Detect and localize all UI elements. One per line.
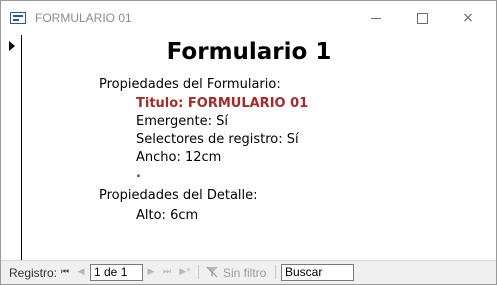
- form-icon: [10, 12, 26, 24]
- previous-record-button[interactable]: ◀: [75, 265, 87, 279]
- form-title: Formulario 1: [166, 39, 332, 65]
- new-record-button[interactable]: ▶*: [177, 265, 193, 279]
- first-record-button[interactable]: ⏮: [59, 265, 71, 279]
- window-title: FORMULARIO 01: [35, 11, 132, 25]
- section-heading-detail: Propiedades del Detalle:: [99, 188, 258, 203]
- no-filter-button[interactable]: Sin filtro: [223, 266, 266, 280]
- property-titulo: Titulo: FORMULARIO 01: [136, 96, 309, 111]
- section-heading-form: Propiedades del Formulario:: [99, 77, 281, 92]
- next-record-icon: ▶: [147, 267, 155, 277]
- property-emergente: Emergente: Sí: [136, 114, 228, 129]
- minimize-button[interactable]: [353, 1, 399, 35]
- last-record-icon: ⏭: [162, 267, 172, 277]
- last-record-button[interactable]: ⏭: [161, 265, 173, 279]
- maximize-button[interactable]: [399, 1, 445, 35]
- search-input[interactable]: Buscar: [281, 264, 354, 281]
- first-record-icon: ⏮: [60, 267, 70, 277]
- record-navigation-bar: Registro: ⏮ ◀ 1 de 1 ▶ ⏭ ▶* Sin filtro B…: [1, 260, 496, 284]
- minimize-icon: [371, 17, 381, 19]
- current-record-arrow-icon: [9, 41, 15, 51]
- new-record-icon: ▶*: [179, 267, 191, 277]
- close-button[interactable]: ×: [445, 1, 491, 35]
- property-alto: Alto: 6cm: [136, 208, 199, 223]
- record-selector[interactable]: [1, 35, 22, 260]
- property-dot: .: [136, 166, 141, 181]
- record-label: Registro:: [9, 266, 58, 280]
- close-icon: ×: [462, 10, 474, 26]
- maximize-icon: [416, 12, 428, 24]
- no-filter-icon: [206, 266, 218, 278]
- title-bar[interactable]: FORMULARIO 01 ×: [1, 1, 496, 35]
- divider: [275, 265, 276, 279]
- property-ancho: Ancho: 12cm: [136, 150, 222, 165]
- next-record-button[interactable]: ▶: [145, 265, 157, 279]
- previous-record-icon: ◀: [77, 267, 85, 277]
- form-detail-area: Formulario 1 Propiedades del Formulario:…: [22, 35, 496, 260]
- current-record-field[interactable]: 1 de 1: [90, 264, 143, 281]
- property-selectores: Selectores de registro: Sí: [136, 132, 299, 147]
- divider: [198, 265, 199, 279]
- form-window: FORMULARIO 01 × Formulario 1 Propiedades…: [0, 0, 497, 285]
